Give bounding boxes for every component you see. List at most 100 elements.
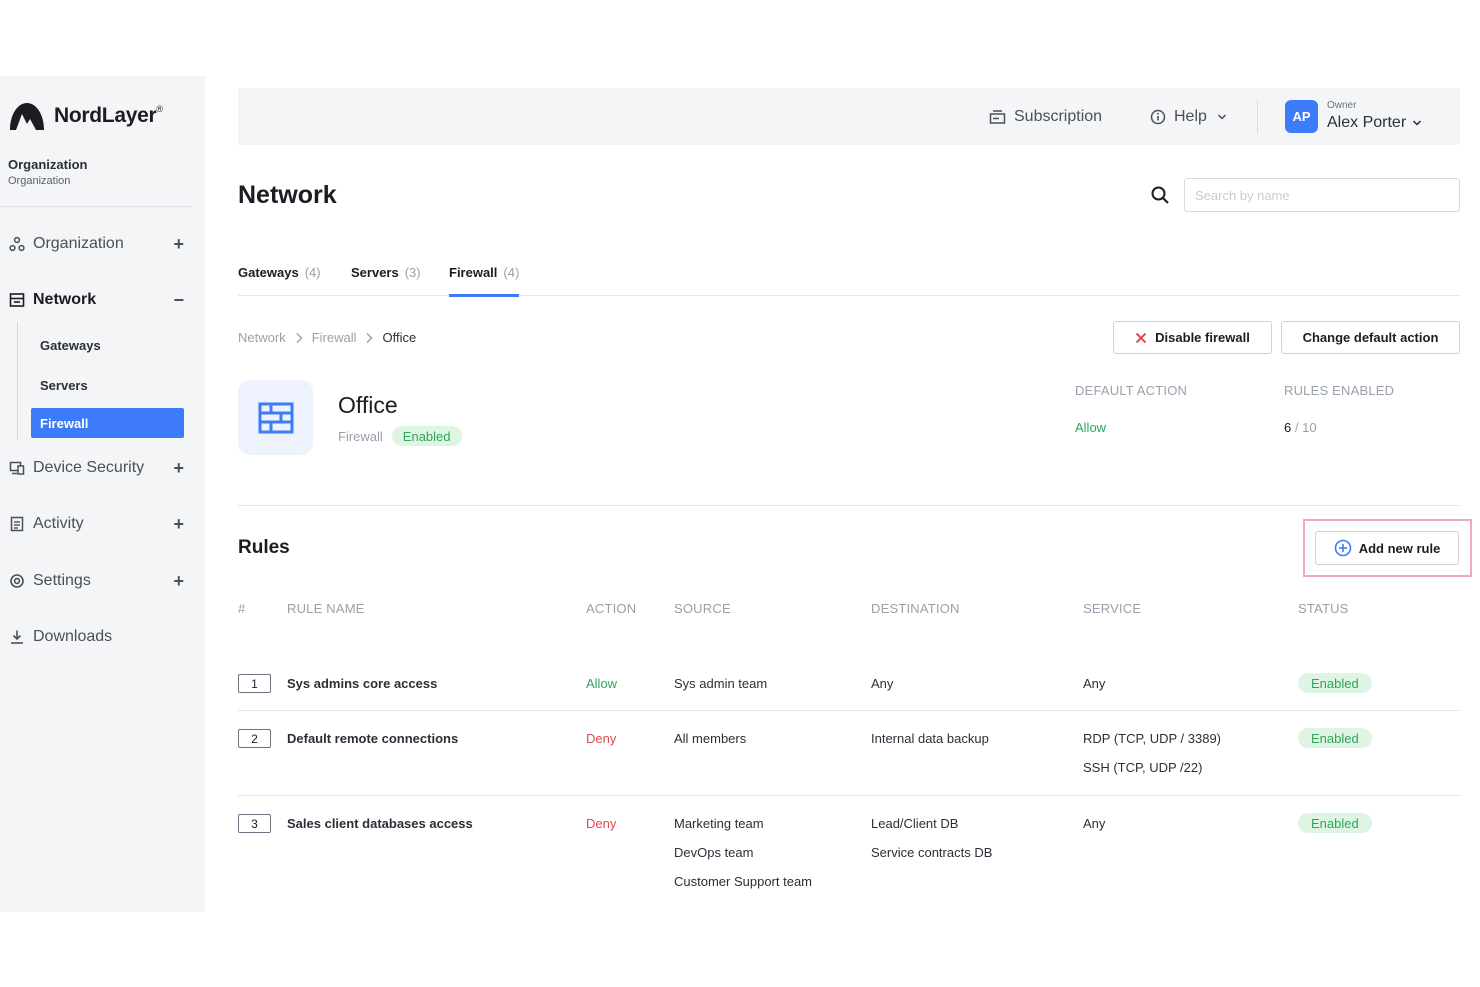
activity-icon xyxy=(8,515,26,533)
sidebar-item-device-security[interactable]: Device Security + xyxy=(8,454,188,482)
section-divider xyxy=(238,505,1460,506)
topbar: Subscription Help AP Owner Alex Porter xyxy=(238,88,1460,145)
column-header-action[interactable]: ACTION xyxy=(586,601,636,616)
tab-count: (4) xyxy=(304,265,321,280)
tab-gateways[interactable]: Gateways (4) xyxy=(238,265,321,296)
sidebar-item-label: Downloads xyxy=(33,628,113,645)
tab-bar: Gateways (4) Servers (3) Firewall (4) xyxy=(238,258,1460,297)
sidebar-item-network[interactable]: Network − xyxy=(8,286,188,314)
status-badge: Enabled xyxy=(1298,813,1372,833)
subscription-icon xyxy=(989,109,1006,124)
rules-title: Rules xyxy=(238,537,290,558)
sidebar-item-organization[interactable]: Organization + xyxy=(8,230,188,258)
user-role: Owner xyxy=(1327,100,1357,111)
firewall-type: Firewall xyxy=(338,428,383,444)
row-separator xyxy=(238,795,1460,796)
topbar-separator xyxy=(1257,100,1258,134)
firewall-name: Office xyxy=(338,392,398,418)
status-badge: Enabled xyxy=(1298,728,1372,748)
column-header-status[interactable]: STATUS xyxy=(1298,601,1349,616)
organization-subtitle: Organization xyxy=(8,175,71,187)
rule-source: Sys admin team xyxy=(674,676,768,691)
rules-enabled-total: / 10 xyxy=(1294,420,1317,435)
sidebar-item-activity[interactable]: Activity + xyxy=(8,510,188,538)
chevron-right-icon xyxy=(296,332,303,343)
sidebar-item-settings[interactable]: Settings + xyxy=(8,567,188,595)
sidebar-item-label: Activity xyxy=(33,515,84,532)
tab-count: (3) xyxy=(404,265,421,280)
info-icon xyxy=(1150,109,1166,124)
row-separator xyxy=(238,710,1460,711)
expand-icon[interactable]: + xyxy=(173,458,184,479)
rules-enabled-label: RULES ENABLED xyxy=(1284,383,1395,398)
brand-name: NordLayer xyxy=(54,104,157,127)
help-label: Help xyxy=(1174,107,1207,125)
user-name: Alex Porter xyxy=(1327,114,1407,131)
rule-name[interactable]: Sales client databases access xyxy=(287,809,473,838)
button-label: Add new rule xyxy=(1358,540,1441,556)
subscription-label: Subscription xyxy=(1014,107,1103,125)
rules-enabled-count: 6 xyxy=(1284,420,1292,435)
column-header-service[interactable]: SERVICE xyxy=(1083,601,1141,616)
column-header-destination[interactable]: DESTINATION xyxy=(871,601,960,616)
tab-label: Gateways xyxy=(238,265,299,280)
tab-label: Firewall xyxy=(449,265,498,280)
add-new-rule-button[interactable]: Add new rule xyxy=(1315,531,1459,565)
collapse-icon[interactable]: − xyxy=(173,290,184,311)
tab-servers[interactable]: Servers (3) xyxy=(351,265,421,296)
status-badge: Enabled xyxy=(391,426,462,446)
sidebar-item-downloads[interactable]: Downloads xyxy=(8,623,188,651)
help-menu[interactable]: Help xyxy=(1150,88,1227,145)
disable-firewall-button[interactable]: Disable firewall xyxy=(1113,321,1272,354)
rule-service: RDP (TCP, UDP / 3389) xyxy=(1083,731,1221,746)
rule-destination: Service contracts DB xyxy=(871,845,993,860)
breadcrumb-firewall[interactable]: Firewall xyxy=(312,330,357,345)
column-header-source[interactable]: SOURCE xyxy=(674,601,731,616)
nordlayer-logo-icon xyxy=(10,103,44,130)
chevron-down-icon xyxy=(1217,113,1226,120)
breadcrumb-office: Office xyxy=(382,330,417,345)
organization-switcher[interactable]: Organization Organization xyxy=(8,157,87,187)
user-menu[interactable]: Alex Porter xyxy=(1327,114,1422,132)
search-icon[interactable] xyxy=(1150,185,1170,205)
column-header-number: # xyxy=(238,601,246,616)
rule-action: Deny xyxy=(586,731,617,746)
expand-icon[interactable]: + xyxy=(173,514,184,535)
download-icon xyxy=(8,628,26,646)
search-input[interactable] xyxy=(1184,178,1460,212)
rule-destination: Internal data backup xyxy=(871,731,989,746)
subscription-link[interactable]: Subscription xyxy=(989,88,1102,145)
chevron-down-icon xyxy=(1413,120,1422,126)
status-badge: Enabled xyxy=(1298,673,1372,693)
subnav-line xyxy=(17,322,18,440)
avatar[interactable]: AP xyxy=(1285,100,1318,133)
rule-action: Deny xyxy=(586,816,617,831)
tab-firewall[interactable]: Firewall (4) xyxy=(449,265,520,297)
rule-source: Marketing team xyxy=(674,816,764,831)
sidebar xyxy=(0,76,205,912)
expand-icon[interactable]: + xyxy=(173,234,184,255)
button-label: Change default action xyxy=(1302,330,1439,345)
breadcrumb-network[interactable]: Network xyxy=(238,330,286,345)
column-header-rule-name[interactable]: RULE NAME xyxy=(287,601,365,616)
rule-service: SSH (TCP, UDP /22) xyxy=(1083,760,1203,775)
breadcrumb: Network Firewall Office xyxy=(238,330,416,345)
firewall-icon-box xyxy=(238,380,313,455)
plus-circle-icon xyxy=(1334,539,1351,557)
tab-label: Servers xyxy=(351,265,399,280)
brand-logo[interactable]: NordLayer® xyxy=(8,100,163,132)
sidebar-subitem-servers[interactable]: Servers xyxy=(31,370,184,400)
rule-number: 2 xyxy=(238,729,271,748)
rule-name[interactable]: Sys admins core access xyxy=(287,669,437,698)
rule-name[interactable]: Default remote connections xyxy=(287,724,458,753)
rule-destination: Any xyxy=(871,676,894,691)
change-default-action-button[interactable]: Change default action xyxy=(1281,321,1460,354)
brand-trademark: ® xyxy=(156,104,163,114)
rule-source: Customer Support team xyxy=(674,874,813,889)
rule-number: 1 xyxy=(238,674,271,693)
sidebar-subitem-firewall[interactable]: Firewall xyxy=(31,408,184,438)
sidebar-subitem-gateways[interactable]: Gateways xyxy=(31,330,184,360)
rule-destination: Lead/Client DB xyxy=(871,816,959,831)
expand-icon[interactable]: + xyxy=(173,571,184,592)
page-title: Network xyxy=(238,181,337,209)
